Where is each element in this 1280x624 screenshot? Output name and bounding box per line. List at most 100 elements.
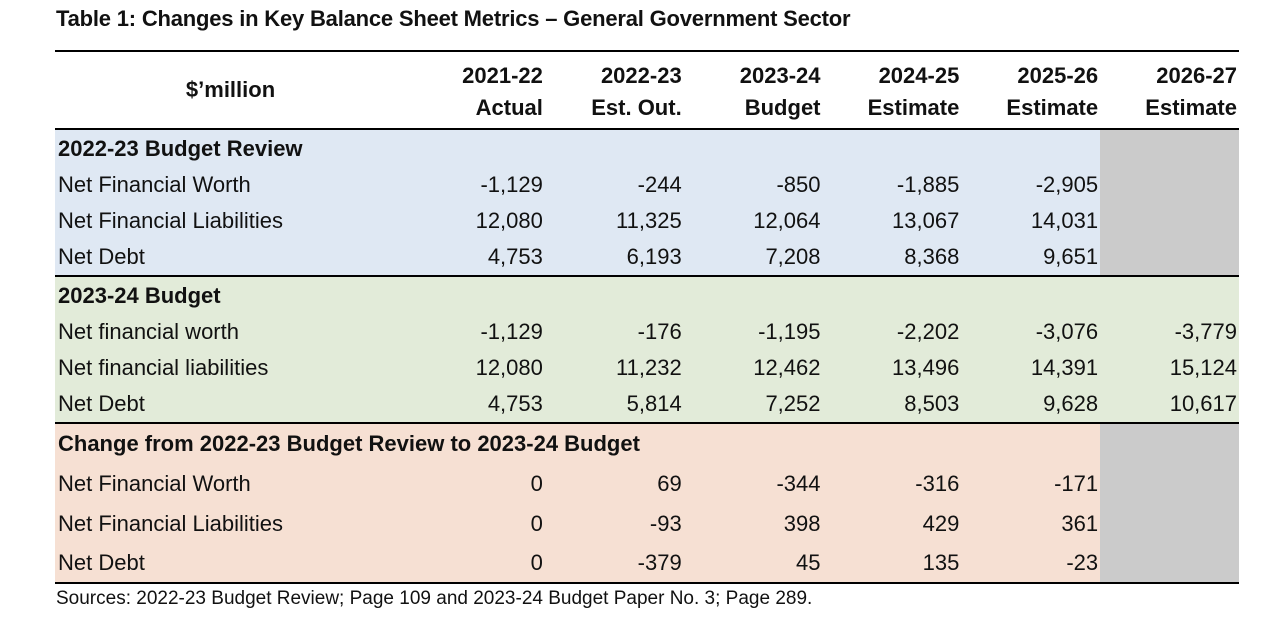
table-row: Net Financial Worth -1,129 -244 -850 -1,… bbox=[55, 167, 1239, 203]
value-cell: 12,080 bbox=[406, 350, 545, 386]
row-label: Net Debt bbox=[55, 239, 407, 277]
row-label: Net financial liabilities bbox=[55, 350, 407, 386]
value-cell: 9,651 bbox=[961, 239, 1101, 277]
row-label: Net Financial Liabilities bbox=[55, 203, 407, 239]
unavailable-cell bbox=[1100, 167, 1239, 203]
value-cell: 69 bbox=[544, 464, 684, 504]
value-cell: 12,462 bbox=[683, 350, 823, 386]
section-heading: 2022-23 Budget Review bbox=[55, 129, 1101, 167]
value-cell: -3,076 bbox=[961, 314, 1101, 350]
value-cell: -93 bbox=[544, 504, 684, 543]
sources-note: Sources: 2022-23 Budget Review; Page 109… bbox=[56, 588, 813, 609]
value-cell: 135 bbox=[822, 543, 962, 584]
value-cell: 13,067 bbox=[822, 203, 962, 239]
table-row: Net Financial Liabilities 0 -93 398 429 … bbox=[55, 504, 1239, 543]
unavailable-cell bbox=[1100, 504, 1239, 543]
column-header-2024-25: 2024-25 Estimate bbox=[823, 51, 962, 129]
row-label: Net Debt bbox=[55, 543, 407, 584]
section-heading-row: Change from 2022-23 Budget Review to 202… bbox=[55, 423, 1239, 464]
value-cell: 45 bbox=[683, 543, 823, 584]
value-cell: -23 bbox=[961, 543, 1101, 584]
column-header-2026-27: 2026-27 Estimate bbox=[1100, 51, 1239, 129]
value-cell: 361 bbox=[961, 504, 1101, 543]
column-year: 2021-22 bbox=[462, 63, 543, 88]
table-header: $’million 2021-22 Actual 2022-23 Est. Ou… bbox=[55, 51, 1239, 129]
value-cell: 4,753 bbox=[406, 386, 545, 424]
value-cell: -316 bbox=[822, 464, 962, 504]
column-year: 2026-27 bbox=[1156, 63, 1237, 88]
unavailable-cell bbox=[1100, 464, 1239, 504]
row-label: Net Financial Worth bbox=[55, 464, 407, 504]
value-cell: 5,814 bbox=[544, 386, 684, 424]
column-year: 2023-24 bbox=[739, 63, 821, 88]
value-cell: 8,503 bbox=[822, 386, 962, 424]
row-label: Net Debt bbox=[55, 386, 407, 424]
value-cell: -3,779 bbox=[1100, 314, 1239, 350]
section-heading-row: 2023-24 Budget bbox=[55, 276, 1239, 314]
column-type: Estimate bbox=[1006, 95, 1099, 120]
value-cell: -379 bbox=[544, 543, 684, 584]
column-header-2025-26: 2025-26 Estimate bbox=[961, 51, 1100, 129]
row-label: Net Financial Liabilities bbox=[55, 504, 407, 543]
value-cell: -344 bbox=[683, 464, 823, 504]
row-label: Net Financial Worth bbox=[55, 167, 407, 203]
column-year: 2025-26 bbox=[1017, 63, 1099, 88]
value-cell: -1,195 bbox=[683, 314, 823, 350]
table-row: Net financial liabilities 12,080 11,232 … bbox=[55, 350, 1239, 386]
value-cell: 7,208 bbox=[683, 239, 823, 277]
value-cell: 8,368 bbox=[822, 239, 962, 277]
value-cell: -2,905 bbox=[961, 167, 1101, 203]
column-year: 2024-25 bbox=[878, 63, 960, 88]
balance-sheet-table: $’million 2021-22 Actual 2022-23 Est. Ou… bbox=[55, 50, 1239, 584]
table-row: Net financial worth -1,129 -176 -1,195 -… bbox=[55, 314, 1239, 350]
value-cell: 14,031 bbox=[961, 203, 1101, 239]
value-cell: 0 bbox=[406, 504, 545, 543]
table-row: Net Debt 4,753 6,193 7,208 8,368 9,651 bbox=[55, 239, 1239, 277]
unit-label: $’million bbox=[185, 77, 276, 102]
table-row: Net Debt 4,753 5,814 7,252 8,503 9,628 1… bbox=[55, 386, 1239, 424]
value-cell: -1,129 bbox=[406, 314, 545, 350]
value-cell: 12,064 bbox=[683, 203, 823, 239]
value-cell: 7,252 bbox=[683, 386, 823, 424]
value-cell: 6,193 bbox=[544, 239, 684, 277]
column-header-2021-22: 2021-22 Actual bbox=[406, 51, 545, 129]
unavailable-cell bbox=[1100, 423, 1239, 464]
value-cell: -2,202 bbox=[822, 314, 962, 350]
table-row: Net Debt 0 -379 45 135 -23 bbox=[55, 543, 1239, 584]
value-cell: 429 bbox=[822, 504, 962, 543]
unavailable-cell bbox=[1100, 203, 1239, 239]
value-cell: -1,129 bbox=[406, 167, 545, 203]
section-heading: Change from 2022-23 Budget Review to 202… bbox=[55, 423, 1101, 464]
value-cell: -244 bbox=[544, 167, 684, 203]
table-row: Net Financial Worth 0 69 -344 -316 -171 bbox=[55, 464, 1239, 504]
value-cell: 398 bbox=[683, 504, 823, 543]
value-cell: -171 bbox=[961, 464, 1101, 504]
value-cell: 14,391 bbox=[961, 350, 1101, 386]
section-heading-row: 2022-23 Budget Review bbox=[55, 129, 1239, 167]
value-cell: 15,124 bbox=[1100, 350, 1239, 386]
value-cell: -176 bbox=[544, 314, 684, 350]
value-cell: 0 bbox=[406, 464, 545, 504]
value-cell: 4,753 bbox=[406, 239, 545, 277]
value-cell: 11,325 bbox=[544, 203, 684, 239]
column-type: Est. Out. bbox=[591, 95, 682, 120]
value-cell: 0 bbox=[406, 543, 545, 584]
value-cell: 13,496 bbox=[822, 350, 962, 386]
column-header-2023-24: 2023-24 Budget bbox=[684, 51, 823, 129]
table-row: Net Financial Liabilities 12,080 11,325 … bbox=[55, 203, 1239, 239]
column-type: Estimate bbox=[867, 95, 960, 120]
column-type: Estimate bbox=[1145, 95, 1237, 120]
column-type: Budget bbox=[744, 95, 821, 120]
value-cell: -1,885 bbox=[822, 167, 962, 203]
section-heading: 2023-24 Budget bbox=[55, 276, 1239, 314]
row-label: Net financial worth bbox=[55, 314, 407, 350]
unavailable-cell bbox=[1100, 129, 1239, 167]
column-type: Actual bbox=[475, 95, 543, 120]
table-title: Table 1: Changes in Key Balance Sheet Me… bbox=[56, 6, 851, 31]
value-cell: 9,628 bbox=[961, 386, 1101, 424]
value-cell: 10,617 bbox=[1100, 386, 1239, 424]
value-cell: -850 bbox=[683, 167, 823, 203]
unavailable-cell bbox=[1100, 543, 1239, 584]
column-header-2022-23: 2022-23 Est. Out. bbox=[545, 51, 684, 129]
unavailable-cell bbox=[1100, 239, 1239, 277]
